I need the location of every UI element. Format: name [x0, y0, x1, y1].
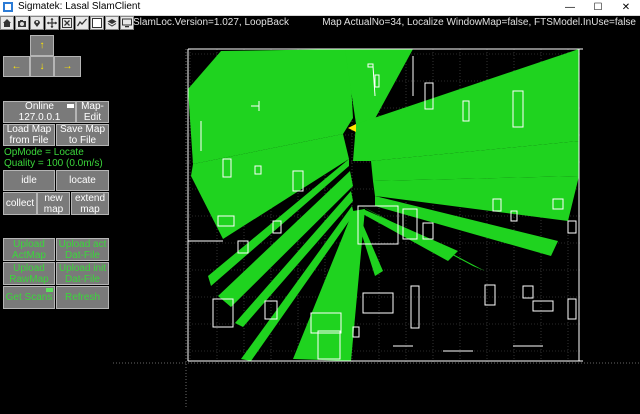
upload-initdat-label-2: Dat-File — [64, 273, 100, 285]
map-edit-label-1: Map- — [81, 101, 104, 112]
new-map-label-1: new — [44, 192, 63, 204]
online-button[interactable]: Online 127.0.0.1 — [3, 101, 76, 123]
checkbox-icon[interactable] — [90, 16, 104, 30]
online-indicator — [67, 104, 74, 108]
upload-initdat-label-1: Upload init — [58, 262, 107, 274]
save-map-button[interactable]: Save Map to File — [56, 124, 109, 146]
upload-actmap-button[interactable]: Upload ActMap — [3, 238, 55, 261]
map-edit-button[interactable]: Map- Edit — [76, 101, 109, 123]
arrow-up-button[interactable]: ↑ — [30, 35, 54, 56]
new-map-label-2: map — [43, 203, 64, 215]
move-crosshair-icon[interactable] — [45, 16, 59, 30]
upload-actdat-label-2: Dat-File — [64, 249, 100, 261]
upload-rawmap-button[interactable]: Upload RawMap — [3, 262, 55, 285]
load-map-button[interactable]: Load Map from File — [3, 124, 55, 146]
map-status: Map ActualNo=34, Localize WindowMap=fals… — [322, 17, 636, 28]
graph-icon[interactable] — [75, 16, 89, 30]
collect-button[interactable]: collect — [3, 192, 37, 215]
map-canvas[interactable] — [113, 31, 640, 409]
upload-rawmap-label-2: RawMap — [9, 273, 49, 285]
refresh-button[interactable]: Refresh — [56, 286, 109, 309]
upload-actmap-label-1: Upload — [13, 238, 45, 250]
save-map-label-2: to File — [68, 135, 97, 146]
online-label: Online — [25, 101, 54, 112]
monitor-icon[interactable] — [120, 16, 134, 30]
window-title: Sigmatek: Lasal SlamClient — [18, 1, 141, 12]
online-ip: 127.0.0.1 — [18, 112, 61, 123]
control-panel: ↑ ← ↓ → Online 127.0.0.1 Map- Edit Load … — [0, 31, 112, 409]
map-view[interactable] — [113, 31, 640, 409]
minimize-button[interactable]: — — [556, 0, 584, 15]
new-map-button[interactable]: new map — [37, 192, 70, 215]
close-box-icon[interactable] — [60, 16, 74, 30]
toolbar: SlamLoc.Version=1.027, LoopBack Map Actu… — [0, 16, 640, 31]
get-scans-indicator — [46, 288, 53, 292]
upload-rawmap-label-1: Upload — [13, 262, 45, 274]
upload-actdat-label-1: Upload act — [58, 238, 107, 250]
upload-initdat-button[interactable]: Upload init Dat-File — [56, 262, 109, 285]
home-icon[interactable] — [0, 16, 14, 30]
close-button[interactable]: ✕ — [612, 0, 640, 15]
map-edit-label-2: Edit — [83, 112, 102, 123]
extend-map-label-2: map — [80, 203, 100, 215]
arrow-right-button[interactable]: → — [54, 56, 81, 77]
opmode-text: OpMode = Locate — [4, 147, 84, 158]
title-bar: Sigmatek: Lasal SlamClient — ☐ ✕ — [0, 0, 640, 16]
extend-map-label-1: extend — [74, 192, 106, 204]
app-icon — [3, 2, 13, 12]
save-map-label-1: Save Map — [59, 124, 106, 135]
arrow-left-button[interactable]: ← — [3, 56, 30, 77]
load-map-label-1: Load Map — [6, 124, 52, 135]
camera-icon[interactable] — [15, 16, 29, 30]
layers-icon[interactable] — [105, 16, 119, 30]
toolbar-icons — [0, 16, 135, 31]
location-pin-icon[interactable] — [30, 16, 44, 30]
version-status: SlamLoc.Version=1.027, LoopBack — [133, 17, 289, 28]
arrow-down-button[interactable]: ↓ — [30, 56, 54, 77]
extend-map-button[interactable]: extend map — [71, 192, 109, 215]
maximize-button[interactable]: ☐ — [584, 0, 612, 15]
upload-actmap-label-2: ActMap — [12, 249, 46, 261]
quality-text: Quality = 100 (0.0m/s) — [4, 158, 103, 169]
locate-button[interactable]: locate — [56, 170, 109, 191]
upload-actdat-button[interactable]: Upload act Dat-File — [56, 238, 109, 261]
load-map-label-2: from File — [9, 135, 49, 146]
idle-button[interactable]: idle — [3, 170, 55, 191]
